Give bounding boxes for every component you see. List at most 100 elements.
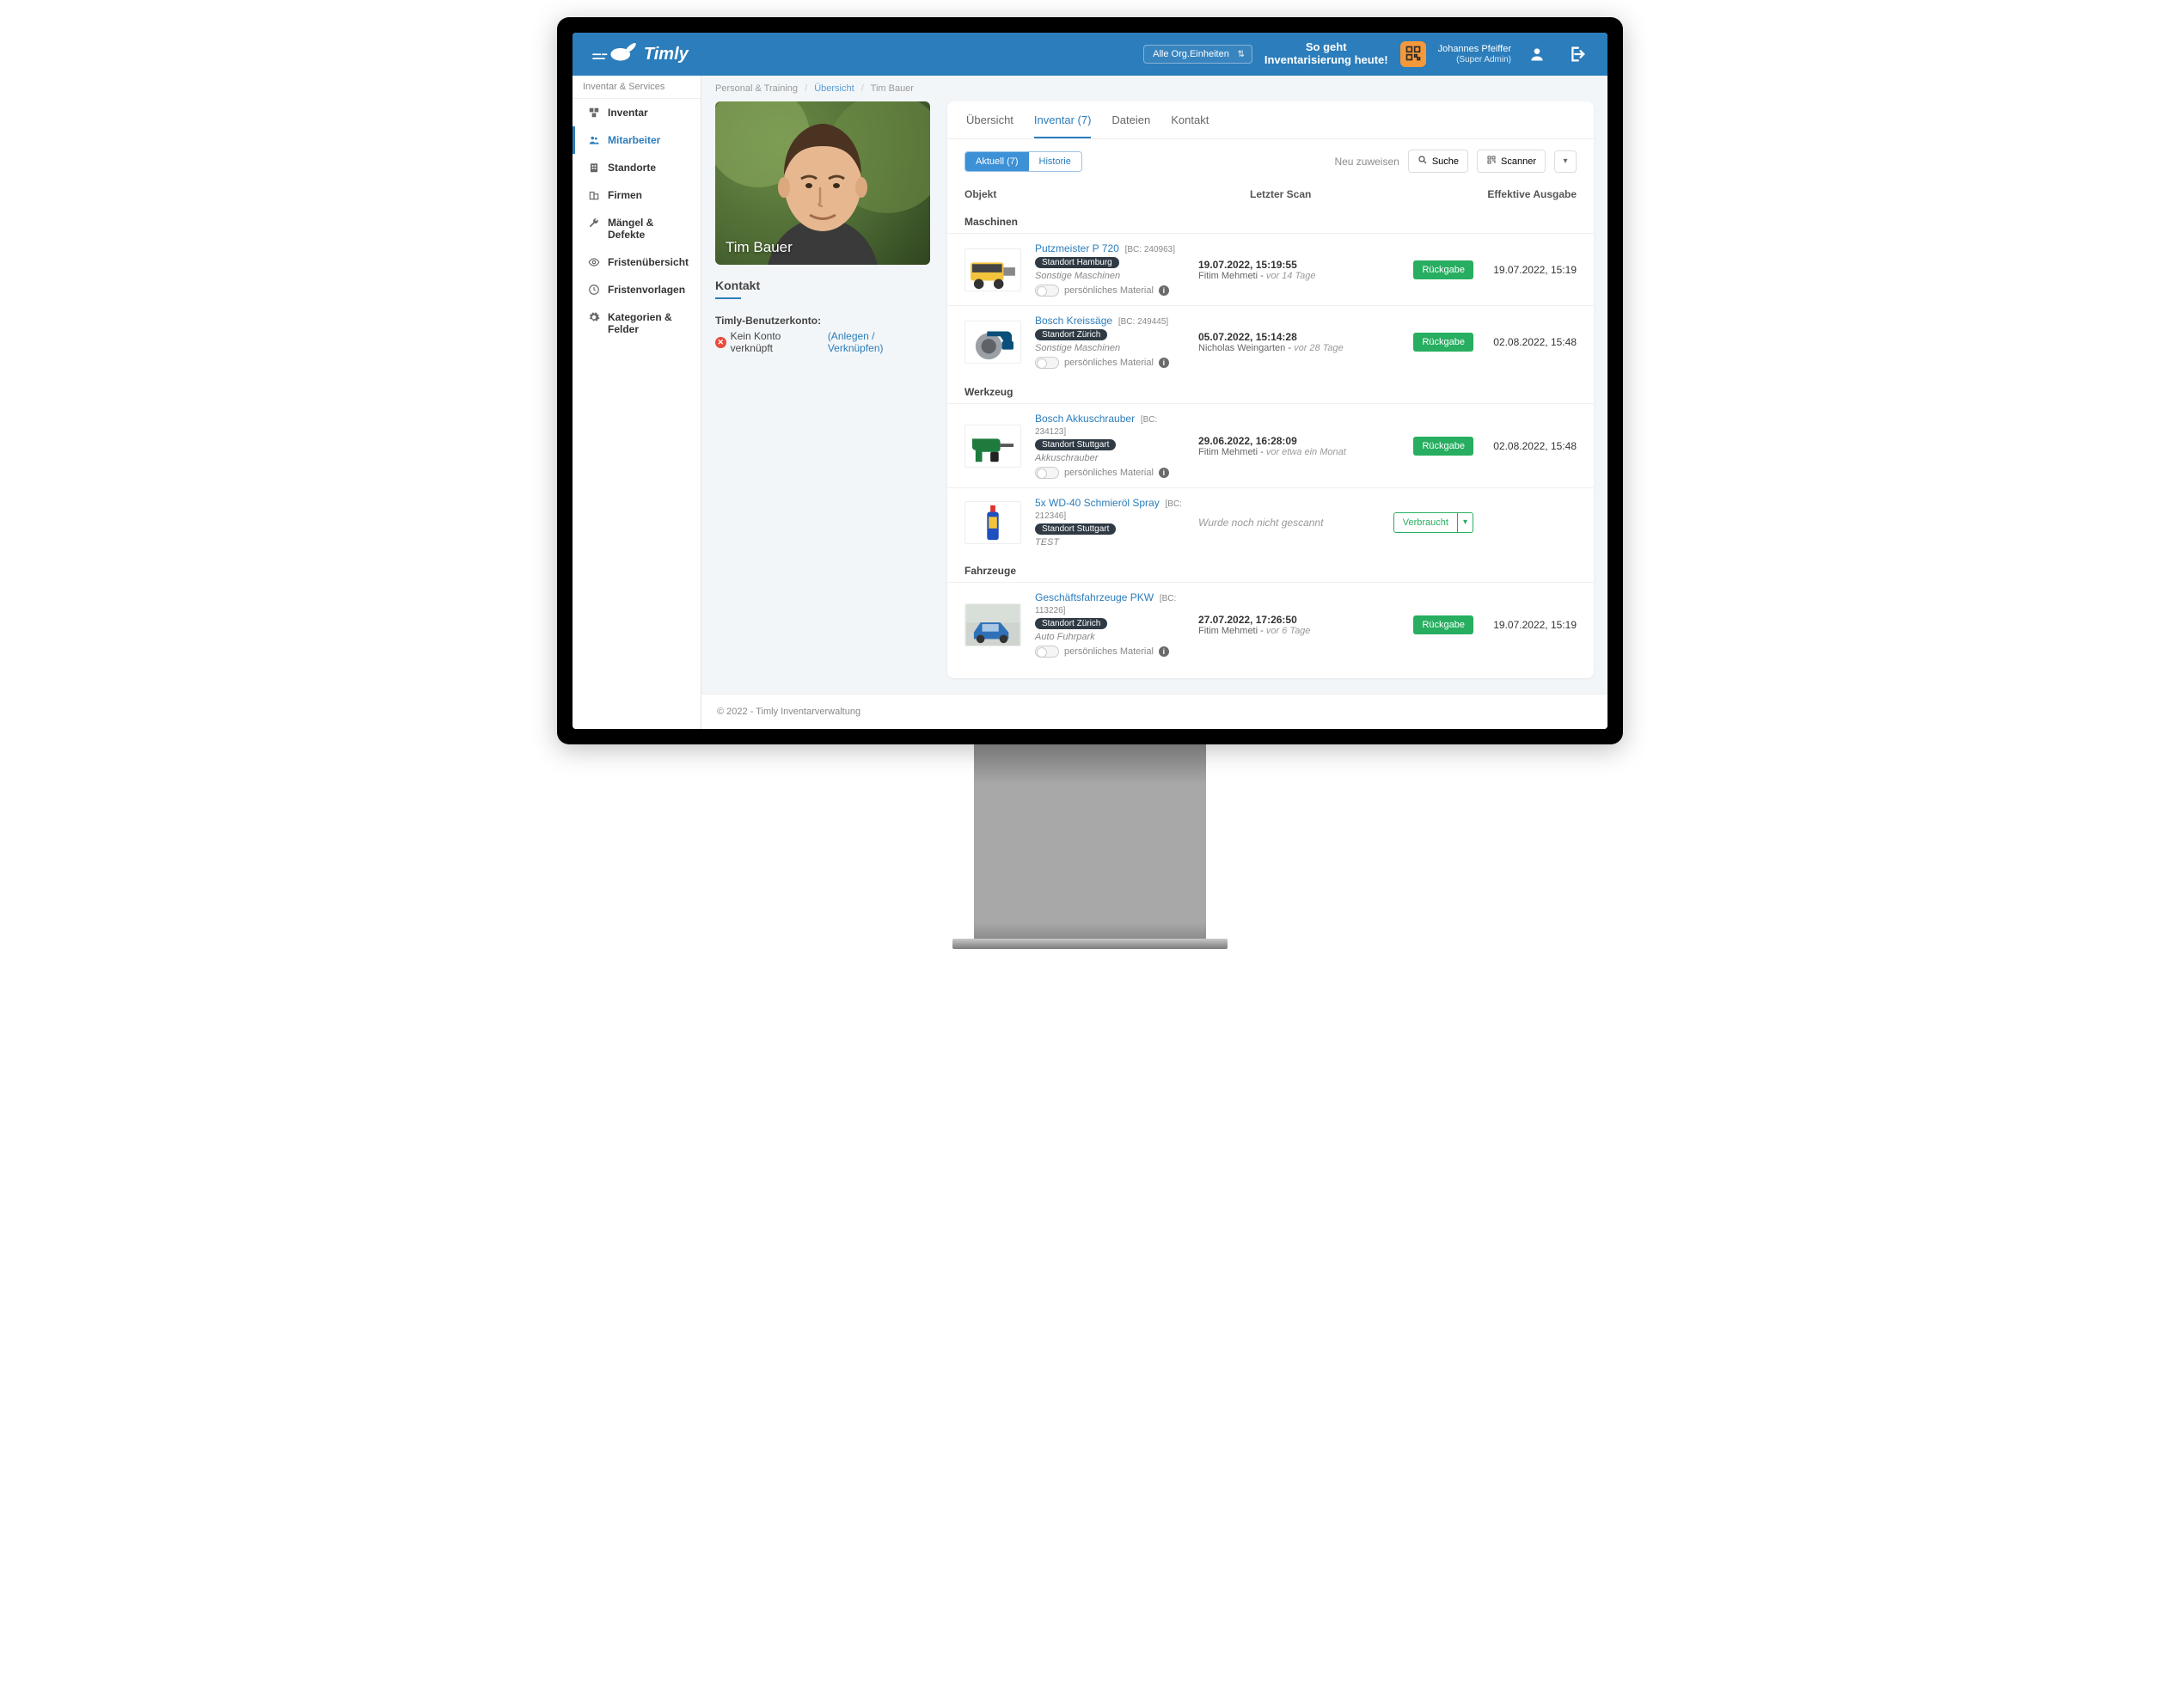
seg-current[interactable]: Aktuell (7) <box>965 152 1029 171</box>
link-account[interactable]: (Anlegen / Verknüpfen) <box>828 330 930 354</box>
main: Personal & Training / Übersicht / Tim Ba… <box>701 76 1607 729</box>
personal-material-label: persönliches Material <box>1064 285 1154 296</box>
group-title: Fahrzeuge <box>947 556 1594 582</box>
scan-cell: 27.07.2022, 17:26:50Fitim Mehmeti - vor … <box>1198 614 1370 636</box>
sidebar-item-label: Inventar <box>608 107 648 119</box>
contact-underline <box>715 297 741 299</box>
info-icon[interactable]: i <box>1159 358 1169 368</box>
wrench-icon <box>588 217 600 229</box>
subcategory-text: Auto Fuhrpark <box>1035 632 1190 642</box>
profile-column: Tim Bauer Kontakt Timly-Benutzerkonto: ✕… <box>715 101 930 354</box>
action-cell: Rückgabe <box>1379 437 1473 456</box>
chevron-updown-icon: ⇅ <box>1237 50 1244 59</box>
switch-icon[interactable] <box>1035 467 1059 479</box>
sidebar-category: Inventar & Services <box>573 76 701 99</box>
inventory-row: 5x WD-40 Schmieröl Spray [BC: 212346]Sta… <box>947 487 1594 556</box>
object-cell: Bosch Kreissäge [BC: 249445]Standort Zür… <box>1035 315 1190 369</box>
search-button[interactable]: Suche <box>1408 150 1468 173</box>
org-unit-select[interactable]: Alle Org.Einheiten ⇅ <box>1143 45 1252 64</box>
thumbnail <box>964 248 1021 291</box>
user-block[interactable]: Johannes Pfeiffer (Super Admin) <box>1438 44 1511 64</box>
company-icon <box>588 189 600 201</box>
sidebar-item-inventar[interactable]: Inventar <box>573 99 701 126</box>
info-icon[interactable]: i <box>1159 285 1169 296</box>
gear-icon <box>588 311 600 323</box>
object-link[interactable]: Bosch Akkuschrauber <box>1035 413 1135 425</box>
effective-date: 02.08.2022, 15:48 <box>1482 440 1577 452</box>
building-icon <box>588 162 600 174</box>
breadcrumb-root: Personal & Training <box>715 83 798 94</box>
location-badge: Standort Zürich <box>1035 618 1107 629</box>
inventory-row: Putzmeister P 720 [BC: 240963]Standort H… <box>947 233 1594 305</box>
info-icon[interactable]: i <box>1159 468 1169 478</box>
sidebar-item-standorte[interactable]: Standorte <box>573 154 701 181</box>
col-object: Objekt <box>964 188 1250 200</box>
tab-contact[interactable]: Kontakt <box>1171 101 1209 138</box>
scan-by: Fitim Mehmeti - <box>1198 447 1266 457</box>
personal-material-toggle[interactable]: persönliches Materiali <box>1035 357 1190 369</box>
return-button[interactable]: Rückgabe <box>1413 615 1473 634</box>
search-icon <box>1418 155 1428 168</box>
thumbnail <box>964 425 1021 468</box>
personal-material-toggle[interactable]: persönliches Material i <box>1035 285 1190 297</box>
qr-badge[interactable] <box>1400 41 1426 67</box>
seg-history[interactable]: Historie <box>1029 152 1081 171</box>
scan-by-line: Fitim Mehmeti - vor 6 Tage <box>1198 626 1370 636</box>
scan-icon <box>1486 155 1497 168</box>
logout-icon[interactable] <box>1563 40 1590 68</box>
object-cell: 5x WD-40 Schmieröl Spray [BC: 212346]Sta… <box>1035 497 1190 548</box>
tab-inventory[interactable]: Inventar (7) <box>1034 101 1091 138</box>
scan-time: 05.07.2022, 15:14:28 <box>1198 331 1370 343</box>
no-account-text: Kein Konto verknüpft <box>731 330 824 354</box>
inventory-row: Bosch Akkuschrauber [BC: 234123]Standort… <box>947 403 1594 487</box>
chevron-down-icon[interactable]: ▾ <box>1458 512 1473 533</box>
personal-material-toggle[interactable]: persönliches Material i <box>1035 646 1190 658</box>
user-icon[interactable] <box>1523 40 1551 68</box>
object-link[interactable]: Geschäftsfahrzeuge PKW <box>1035 591 1154 603</box>
rabbit-icon <box>590 40 639 68</box>
sidebar-item-fristenvorlagen[interactable]: Fristenvorlagen <box>573 276 701 303</box>
no-link-icon: ✕ <box>715 337 726 348</box>
scan-cell: Wurde noch nicht gescannt <box>1198 517 1370 529</box>
breadcrumb-link[interactable]: Übersicht <box>814 83 854 94</box>
sidebar-item-label: Kategorien & Felder <box>608 311 689 335</box>
info-icon[interactable]: i <box>1159 646 1169 657</box>
object-link[interactable]: Putzmeister P 720 <box>1035 242 1119 254</box>
personal-material-label: persönliches Material <box>1064 646 1154 657</box>
sidebar-item-fristenuebersicht[interactable]: Fristenübersicht <box>573 248 701 276</box>
sidebar-item-kategorien[interactable]: Kategorien & Felder <box>573 303 701 343</box>
return-button[interactable]: Rückgabe <box>1413 260 1473 279</box>
switch-icon[interactable] <box>1035 285 1059 297</box>
scan-cell: 19.07.2022, 15:19:55Fitim Mehmeti - vor … <box>1198 259 1370 281</box>
clock-icon <box>588 284 600 296</box>
sidebar-item-firmen[interactable]: Firmen <box>573 181 701 209</box>
toolbar: Aktuell (7) Historie Neu zuweisen Suche <box>947 139 1594 183</box>
sidebar-item-defekte[interactable]: Mängel & Defekte <box>573 209 701 248</box>
reassign-link[interactable]: Neu zuweisen <box>1334 156 1399 168</box>
users-icon <box>588 134 600 146</box>
action-cell: Rückgabe <box>1379 615 1473 634</box>
sidebar-item-mitarbeiter[interactable]: Mitarbeiter <box>573 126 701 154</box>
tab-files[interactable]: Dateien <box>1111 101 1150 138</box>
scan-cell: 05.07.2022, 15:14:28Nicholas Weingarten … <box>1198 331 1370 353</box>
brand[interactable]: Timly <box>590 40 689 68</box>
personal-material-toggle[interactable]: persönliches Materiali <box>1035 467 1190 479</box>
scan-by-line: Fitim Mehmeti - vor etwa ein Monat <box>1198 447 1370 457</box>
return-button[interactable]: Rückgabe <box>1413 333 1473 352</box>
group-title: Maschinen <box>947 207 1594 233</box>
toolbar-more[interactable]: ▾ <box>1554 150 1577 173</box>
sidebar-item-label: Fristenübersicht <box>608 256 689 268</box>
profile-name: Tim Bauer <box>726 239 793 256</box>
tab-overview[interactable]: Übersicht <box>966 101 1013 138</box>
inventory-row: Bosch Kreissäge [BC: 249445]Standort Zür… <box>947 305 1594 377</box>
consumed-button[interactable]: Verbraucht <box>1393 512 1458 533</box>
eye-icon <box>588 256 600 268</box>
return-button[interactable]: Rückgabe <box>1413 437 1473 456</box>
switch-icon[interactable] <box>1035 646 1059 658</box>
switch-icon[interactable] <box>1035 357 1059 369</box>
object-link[interactable]: 5x WD-40 Schmieröl Spray <box>1035 497 1160 509</box>
object-link[interactable]: Bosch Kreissäge <box>1035 315 1112 327</box>
scan-ago: vor 6 Tage <box>1266 626 1311 636</box>
scanner-button[interactable]: Scanner <box>1477 150 1546 173</box>
topbar: Timly Alle Org.Einheiten ⇅ So geht Inven… <box>573 33 1607 76</box>
